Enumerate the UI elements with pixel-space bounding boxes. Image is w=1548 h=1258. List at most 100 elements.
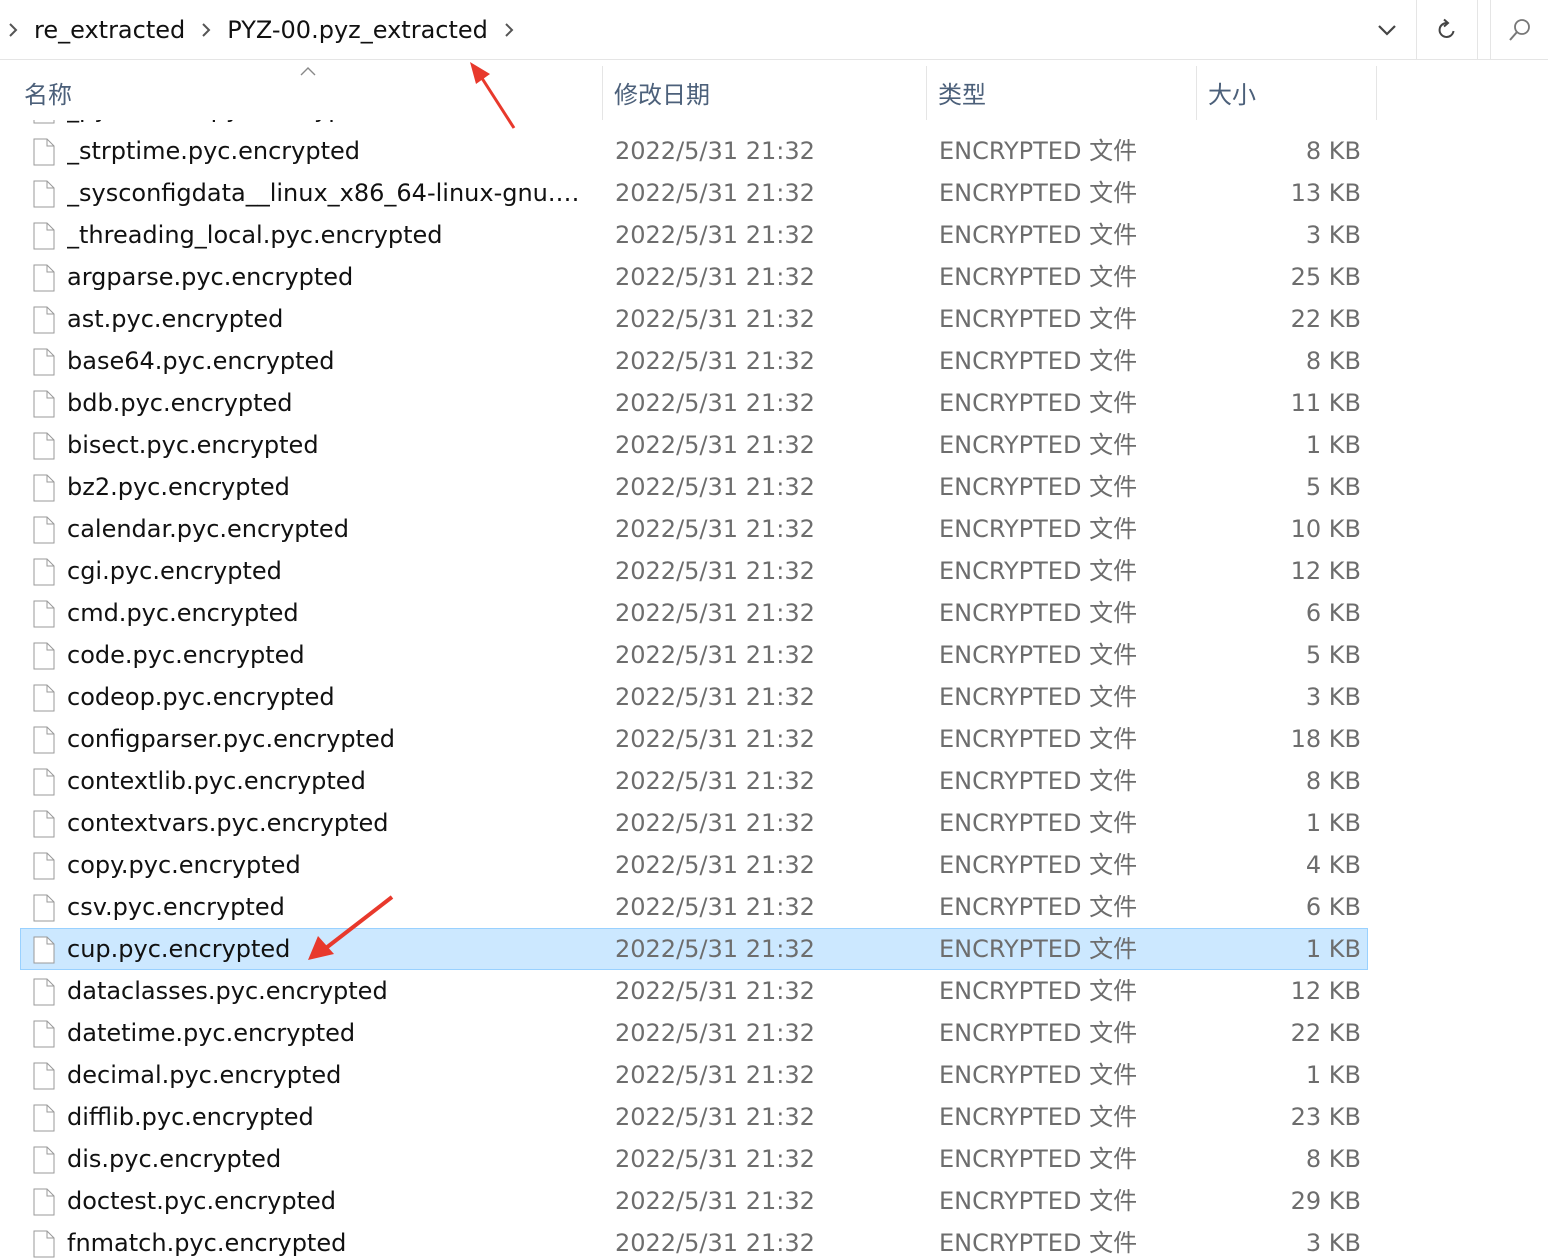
file-name: _strptime.pyc.encrypted <box>67 137 361 165</box>
file-row[interactable]: _sysconfigdata__linux_x86_64-linux-gnu.p… <box>20 172 1368 214</box>
file-row[interactable]: _threading_local.pyc.encrypted 2022/5/31 … <box>20 214 1368 256</box>
file-icon <box>33 726 55 754</box>
file-type: ENCRYPTED 文件 <box>939 641 1138 669</box>
file-row[interactable]: contextvars.pyc.encrypted 2022/5/31 21:32… <box>20 802 1368 844</box>
file-name: contextvars.pyc.encrypted <box>67 809 389 837</box>
file-name: configparser.pyc.encrypted <box>67 725 395 753</box>
file-modified-date: 2022/5/31 21:32 <box>615 1187 815 1215</box>
file-icon <box>33 978 55 1006</box>
file-row[interactable]: difflib.pyc.encrypted 2022/5/31 21:32 ENCR… <box>20 1096 1368 1138</box>
file-modified-date: 2022/5/31 21:32 <box>615 599 815 627</box>
file-size: 6 KB <box>1305 599 1361 627</box>
file-row[interactable]: contextlib.pyc.encrypted 2022/5/31 21:32 E… <box>20 760 1368 802</box>
file-type: ENCRYPTED 文件 <box>939 431 1138 459</box>
file-row[interactable]: bz2.pyc.encrypted 2022/5/31 21:32 ENCRYPTE… <box>20 466 1368 508</box>
file-name: datetime.pyc.encrypted <box>67 1019 356 1047</box>
file-row[interactable]: bdb.pyc.encrypted 2022/5/31 21:32 ENCRYPTE… <box>20 382 1368 424</box>
column-header-date[interactable]: 修改日期 <box>614 64 914 120</box>
file-size: 1 KB <box>1305 1061 1361 1089</box>
file-row[interactable]: base64.pyc.encrypted 2022/5/31 21:32 ENCRY… <box>20 340 1368 382</box>
file-name: decimal.pyc.encrypted <box>67 1061 342 1089</box>
search-box[interactable] <box>1490 0 1548 60</box>
file-size: 3 KB <box>1305 683 1361 711</box>
file-name: bisect.pyc.encrypted <box>67 431 319 459</box>
file-row[interactable]: _strptime.pyc.encrypted 2022/5/31 21:32 EN… <box>20 130 1368 172</box>
file-type: ENCRYPTED 文件 <box>939 473 1138 501</box>
file-modified-date: 2022/5/31 21:32 <box>615 557 815 585</box>
file-row[interactable]: decimal.pyc.encrypted 2022/5/31 21:32 ENCR… <box>20 1054 1368 1096</box>
file-row[interactable]: calendar.pyc.encrypted 2022/5/31 21:32 ENC… <box>20 508 1368 550</box>
address-history-dropdown[interactable] <box>1360 0 1414 60</box>
file-name: calendar.pyc.encrypted <box>67 515 349 543</box>
file-icon <box>33 684 55 712</box>
file-icon <box>33 306 55 334</box>
file-name: cgi.pyc.encrypted <box>67 557 282 585</box>
file-icon <box>33 348 55 376</box>
file-icon <box>33 936 55 964</box>
file-row[interactable]: dataclasses.pyc.encrypted 2022/5/31 21:32… <box>20 970 1368 1012</box>
file-row[interactable]: doctest.pyc.encrypted 2022/5/31 21:32 ENCR… <box>20 1180 1368 1222</box>
chevron-right-icon[interactable] <box>193 0 219 60</box>
file-modified-date: 2022/5/31 21:32 <box>615 473 815 501</box>
file-type: ENCRYPTED 文件 <box>939 137 1138 165</box>
column-header-name[interactable]: 名称 <box>24 64 594 120</box>
file-row[interactable]: cmd.pyc.encrypted 2022/5/31 21:32 ENCRYPTE… <box>20 592 1368 634</box>
file-icon <box>33 516 55 544</box>
file-icon <box>33 180 55 208</box>
file-row[interactable]: bisect.pyc.encrypted 2022/5/31 21:32 ENCRY… <box>20 424 1368 466</box>
chevron-right-icon[interactable] <box>496 0 522 60</box>
file-name: argparse.pyc.encrypted <box>67 263 354 291</box>
file-modified-date: 2022/5/31 21:32 <box>615 683 815 711</box>
file-modified-date: 2022/5/31 21:32 <box>615 1145 815 1173</box>
column-header-bar: 名称 修改日期 类型 大小 <box>0 64 1548 120</box>
file-size: 25 KB <box>1290 263 1361 291</box>
file-row[interactable]: copy.pyc.encrypted 2022/5/31 21:32 ENCRYPT… <box>20 844 1368 886</box>
file-icon <box>33 558 55 586</box>
breadcrumb-item-pyz-extracted[interactable]: PYZ-00.pyz_extracted <box>219 16 496 44</box>
file-type: ENCRYPTED 文件 <box>939 515 1138 543</box>
file-size: 22 KB <box>1290 305 1361 333</box>
file-type: ENCRYPTED 文件 <box>939 599 1138 627</box>
refresh-button[interactable] <box>1416 0 1478 60</box>
search-icon <box>1508 19 1530 41</box>
breadcrumb-item-re-extracted[interactable]: re_extracted <box>26 16 193 44</box>
file-row[interactable]: datetime.pyc.encrypted 2022/5/31 21:32 ENC… <box>20 1012 1368 1054</box>
file-name: dis.pyc.encrypted <box>67 1145 282 1173</box>
file-row[interactable]: ast.pyc.encrypted 2022/5/31 21:32 ENCRYPTE… <box>20 298 1368 340</box>
file-type: ENCRYPTED 文件 <box>939 1061 1138 1089</box>
file-row[interactable]: cup.pyc.encrypted 2022/5/31 21:32 ENCRYPTE… <box>20 928 1368 970</box>
file-modified-date: 2022/5/31 21:32 <box>615 641 815 669</box>
file-icon <box>33 138 55 166</box>
file-size: 23 KB <box>1290 1103 1361 1131</box>
column-header-size[interactable]: 大小 <box>1208 64 1368 120</box>
file-type: ENCRYPTED 文件 <box>939 893 1138 921</box>
file-type: ENCRYPTED 文件 <box>939 935 1138 963</box>
file-modified-date: 2022/5/31 21:32 <box>615 725 815 753</box>
file-icon <box>33 1188 55 1216</box>
chevron-right-icon[interactable] <box>0 0 26 60</box>
column-divider[interactable] <box>1196 66 1197 120</box>
file-size: 1 KB <box>1305 809 1361 837</box>
file-row[interactable]: fnmatch.pyc.encrypted 2022/5/31 21:32 ENCR… <box>20 1222 1368 1258</box>
column-divider[interactable] <box>1376 66 1377 120</box>
file-type: ENCRYPTED 文件 <box>939 767 1138 795</box>
file-size: 8 KB <box>1305 137 1361 165</box>
file-size: 22 KB <box>1290 1019 1361 1047</box>
file-row[interactable]: csv.pyc.encrypted 2022/5/31 21:32 ENCRYPTE… <box>20 886 1368 928</box>
file-row[interactable]: argparse.pyc.encrypted 2022/5/31 21:32 ENC… <box>20 256 1368 298</box>
file-name: contextlib.pyc.encrypted <box>67 767 366 795</box>
file-modified-date: 2022/5/31 21:32 <box>615 1103 815 1131</box>
column-divider[interactable] <box>926 66 927 120</box>
file-row[interactable]: code.pyc.encrypted 2022/5/31 21:32 ENCRYPT… <box>20 634 1368 676</box>
file-row[interactable]: cgi.pyc.encrypted 2022/5/31 21:32 ENCRYPTE… <box>20 550 1368 592</box>
file-row[interactable]: codeop.pyc.encrypted 2022/5/31 21:32 ENCRY… <box>20 676 1368 718</box>
file-row[interactable]: configparser.pyc.encrypted 2022/5/31 21:3… <box>20 718 1368 760</box>
column-divider[interactable] <box>602 66 603 120</box>
file-row[interactable]: dis.pyc.encrypted 2022/5/31 21:32 ENCRYPTE… <box>20 1138 1368 1180</box>
file-size: 4 KB <box>1305 851 1361 879</box>
file-icon <box>33 222 55 250</box>
column-header-type[interactable]: 类型 <box>938 64 1188 120</box>
file-name: _sysconfigdata__linux_x86_64-linux-gnu.p… <box>67 179 587 207</box>
file-modified-date: 2022/5/31 21:32 <box>615 809 815 837</box>
file-size: 10 KB <box>1290 515 1361 543</box>
